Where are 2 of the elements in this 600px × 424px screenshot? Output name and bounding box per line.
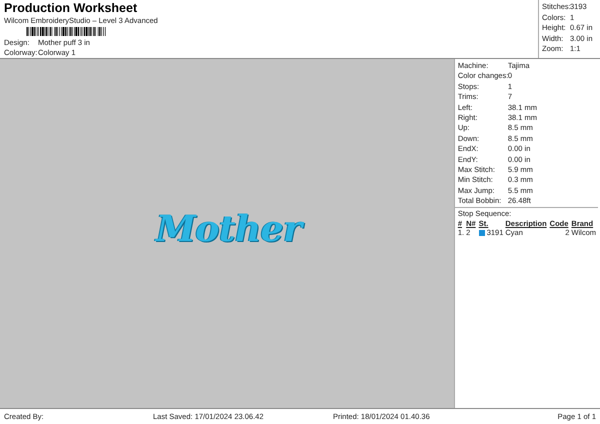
embroidered-text: Mother [156,208,302,250]
worksheet-title: Production Worksheet [4,1,138,15]
